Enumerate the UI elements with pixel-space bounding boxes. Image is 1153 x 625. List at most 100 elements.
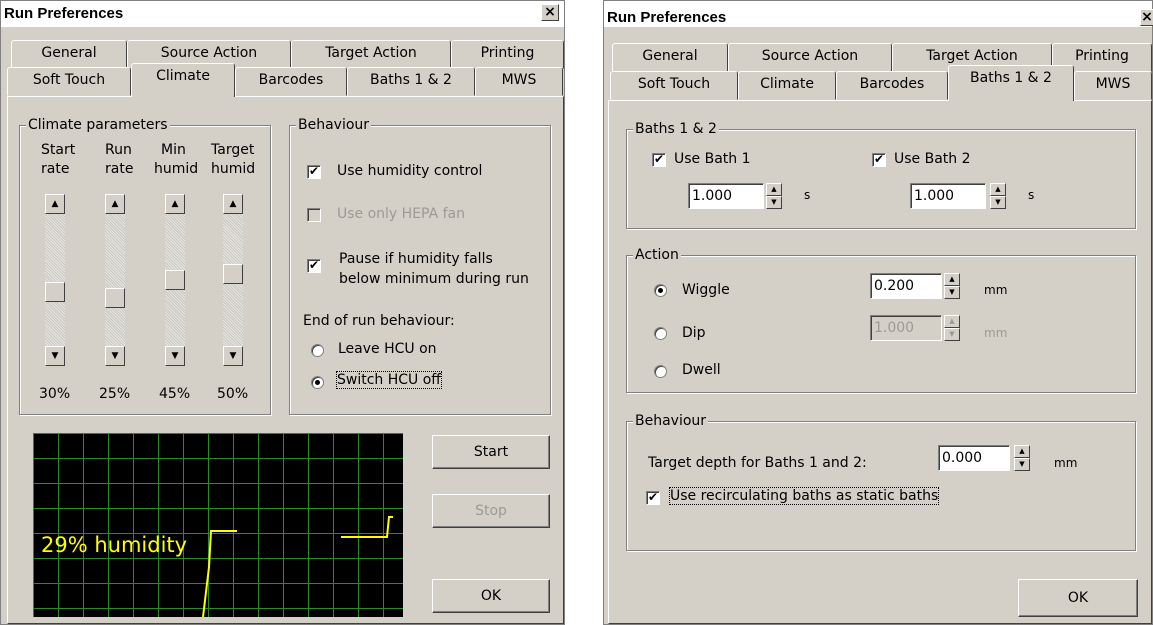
down-arrow-icon[interactable]: ▼ (105, 346, 125, 366)
dip-radio[interactable] (654, 327, 667, 340)
behaviour-group-label: Behaviour (633, 413, 709, 429)
dip-label: Dip (682, 325, 706, 341)
right-dialog: Run Preferences × General Source Action … (603, 0, 1153, 625)
baths-group: Baths 1 & 2 (626, 121, 1136, 229)
use-bath2-label: Use Bath 2 (894, 151, 971, 167)
bath2-spinner[interactable]: ▲ ▼ (990, 183, 1006, 209)
target-depth-label: Target depth for Baths 1 and 2: (648, 455, 867, 471)
behaviour-label: Behaviour (296, 117, 372, 133)
wiggle-unit: mm (984, 283, 1008, 297)
use-hepa-label: Use only HEPA fan (337, 206, 465, 222)
humidity-readout: 29% humidity (41, 533, 188, 557)
slider-thumb[interactable] (105, 288, 125, 308)
tab-barcodes[interactable]: Barcodes (836, 71, 948, 100)
use-bath2-checkbox[interactable]: ✔ (872, 153, 886, 167)
start-button[interactable]: Start (432, 435, 550, 469)
down-arrow-icon[interactable]: ▼ (1014, 458, 1030, 471)
recirculating-checkbox[interactable]: ✔ (646, 491, 660, 505)
leave-hcu-on-radio[interactable] (311, 344, 324, 357)
up-arrow-icon: ▲ (944, 315, 960, 328)
use-humidity-checkbox[interactable]: ✔ (307, 165, 321, 179)
use-bath1-label: Use Bath 1 (674, 151, 751, 167)
slider-run-rate-bottom: rate (105, 161, 134, 177)
switch-hcu-off-label: Switch HCU off (336, 371, 442, 389)
up-arrow-icon[interactable]: ▲ (105, 194, 125, 214)
tab-soft-touch[interactable]: Soft Touch (610, 71, 738, 100)
down-arrow-icon[interactable]: ▼ (944, 286, 960, 299)
up-arrow-icon[interactable]: ▲ (990, 183, 1006, 196)
switch-hcu-off-radio[interactable] (311, 376, 324, 389)
target-depth-input[interactable]: 0.000 (938, 445, 1010, 471)
tab-source-action[interactable]: Source Action (728, 43, 892, 72)
down-arrow-icon[interactable]: ▼ (223, 346, 243, 366)
pause-humidity-checkbox[interactable]: ✔ (307, 259, 321, 273)
behaviour-group: Behaviour (626, 413, 1136, 551)
slider-run-rate-top: Run (105, 142, 132, 158)
climate-parameters-label: Climate parameters (26, 117, 170, 133)
dip-input: 1.000 (870, 315, 942, 341)
wiggle-radio[interactable] (654, 284, 667, 297)
action-group-label: Action (633, 247, 681, 263)
wiggle-label: Wiggle (682, 282, 730, 298)
up-arrow-icon[interactable]: ▲ (944, 273, 960, 286)
dip-unit: mm (984, 326, 1008, 340)
bath2-time-input[interactable]: 1.000 (910, 183, 986, 209)
tab-general[interactable]: General (11, 40, 127, 69)
humidity-trace (202, 516, 393, 617)
bath2-unit: s (1028, 188, 1035, 202)
tab-baths[interactable]: Baths 1 & 2 (948, 65, 1074, 101)
right-titlebar: Run Preferences × (604, 1, 1153, 27)
tab-climate[interactable]: Climate (131, 63, 235, 97)
slider-thumb[interactable] (165, 270, 185, 290)
tab-soft-touch[interactable]: Soft Touch (7, 67, 131, 96)
wiggle-spinner[interactable]: ▲ ▼ (944, 273, 960, 299)
down-arrow-icon[interactable]: ▼ (990, 196, 1006, 209)
up-arrow-icon[interactable]: ▲ (45, 194, 65, 214)
tab-baths[interactable]: Baths 1 & 2 (347, 67, 475, 96)
min-humid-slider[interactable]: ▲ ▼ (165, 194, 185, 366)
target-humid-slider[interactable]: ▲ ▼ (223, 194, 243, 366)
target-depth-unit: mm (1054, 456, 1078, 470)
up-arrow-icon[interactable]: ▲ (766, 183, 782, 196)
up-arrow-icon[interactable]: ▲ (1014, 445, 1030, 458)
baths-group-label: Baths 1 & 2 (633, 121, 719, 137)
slider-start-rate-top: Start (41, 142, 76, 158)
right-close-icon[interactable]: × (1140, 9, 1153, 26)
tab-climate[interactable]: Climate (738, 71, 836, 100)
slider-start-rate-bottom: rate (41, 161, 70, 177)
tab-mws[interactable]: MWS (475, 67, 563, 96)
wiggle-input[interactable]: 0.200 (870, 273, 942, 299)
left-close-icon[interactable]: × (541, 4, 559, 21)
down-arrow-icon[interactable]: ▼ (45, 346, 65, 366)
leave-hcu-on-label: Leave HCU on (338, 341, 437, 357)
target-depth-spinner[interactable]: ▲ ▼ (1014, 445, 1030, 471)
start-rate-slider[interactable]: ▲ ▼ (45, 194, 65, 366)
stop-button[interactable]: Stop (432, 494, 550, 528)
up-arrow-icon[interactable]: ▲ (223, 194, 243, 214)
pause-humidity-label-line1: Pause if humidity falls (339, 251, 493, 267)
tab-printing[interactable]: Printing (451, 40, 564, 69)
min-humid-value: 45% (159, 386, 191, 402)
bath1-unit: s (804, 188, 811, 202)
ok-button[interactable]: OK (1018, 579, 1138, 617)
slider-target-humid-bottom: humid (211, 161, 256, 177)
up-arrow-icon[interactable]: ▲ (165, 194, 185, 214)
start-rate-value: 30% (39, 386, 71, 402)
tab-target-action[interactable]: Target Action (291, 40, 451, 69)
use-bath1-checkbox[interactable]: ✔ (652, 153, 666, 167)
left-dialog: Run Preferences × General Source Action … (0, 0, 565, 625)
bath1-spinner[interactable]: ▲ ▼ (766, 183, 782, 209)
slider-thumb[interactable] (223, 264, 243, 284)
slider-min-humid-top: Min (161, 142, 186, 158)
ok-button[interactable]: OK (432, 579, 550, 613)
run-rate-slider[interactable]: ▲ ▼ (105, 194, 125, 366)
tab-general[interactable]: General (612, 43, 728, 72)
slider-thumb[interactable] (45, 282, 65, 302)
down-arrow-icon[interactable]: ▼ (165, 346, 185, 366)
tab-mws[interactable]: MWS (1074, 71, 1152, 100)
down-arrow-icon[interactable]: ▼ (766, 196, 782, 209)
recirculating-label: Use recirculating baths as static baths (668, 487, 940, 505)
dwell-radio[interactable] (654, 365, 667, 378)
bath1-time-input[interactable]: 1.000 (688, 183, 764, 209)
tab-barcodes[interactable]: Barcodes (235, 67, 347, 96)
